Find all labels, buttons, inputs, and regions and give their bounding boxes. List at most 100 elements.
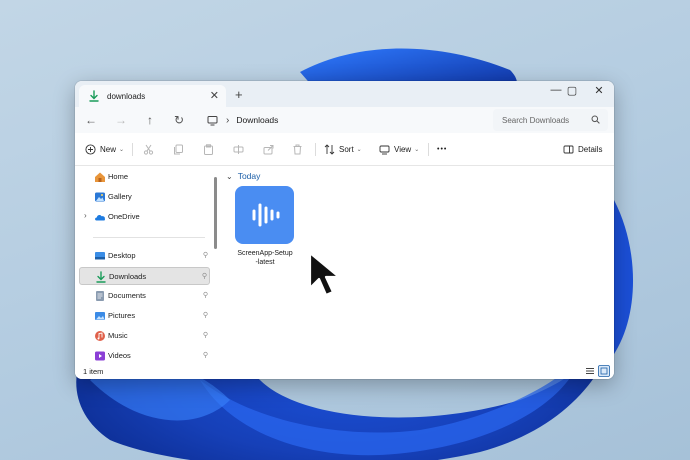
group-label: Today: [237, 171, 261, 181]
tab-title: downloads: [107, 91, 146, 101]
toolbar-divider: [315, 143, 316, 156]
pin-icon[interactable]: ⚲: [203, 311, 208, 319]
address-bar-row: ← → ↑ ↻ › Downloads: [75, 107, 614, 133]
music-icon: [95, 331, 105, 341]
tab-close-icon[interactable]: ✕: [210, 89, 219, 102]
search-box[interactable]: [493, 109, 608, 131]
pin-icon[interactable]: ⚲: [203, 351, 208, 359]
search-icon[interactable]: [591, 115, 600, 124]
sort-label: Sort: [339, 145, 354, 154]
chevron-right-icon[interactable]: ›: [84, 211, 87, 220]
large-icons-view-icon[interactable]: [598, 365, 610, 377]
chevron-down-icon: ⌄: [226, 171, 233, 181]
new-label: New: [100, 145, 117, 154]
cut-button[interactable]: [143, 141, 154, 158]
pictures-icon: [95, 312, 105, 320]
documents-icon: [96, 291, 104, 301]
address-input[interactable]: › Downloads: [202, 109, 484, 131]
command-bar: New ⌄ Sort ⌄ View ⌄ ••• Details: [75, 133, 614, 166]
onedrive-icon: [95, 215, 105, 221]
sidebar-item-label: Gallery: [108, 192, 132, 201]
sidebar-item-label: Desktop: [108, 251, 136, 260]
toolbar-divider: [132, 143, 133, 156]
sidebar-divider: [93, 237, 205, 238]
sidebar-item-label: Downloads: [109, 272, 147, 281]
sidebar-item-music[interactable]: Music ⚲: [79, 327, 210, 345]
tab-downloads[interactable]: downloads ✕: [79, 85, 226, 107]
file-name-line: -latest: [255, 258, 275, 266]
search-input[interactable]: [502, 115, 584, 125]
view-button[interactable]: View ⌄: [379, 141, 419, 158]
file-item[interactable]: ScreenApp-Setup -latest: [232, 186, 298, 272]
paste-button[interactable]: [203, 141, 214, 158]
details-view-icon[interactable]: [584, 365, 596, 377]
gallery-icon: [95, 192, 105, 202]
audio-wave-icon: [252, 203, 280, 227]
breadcrumb-separator: ›: [226, 114, 230, 126]
more-options-button[interactable]: •••: [437, 141, 447, 158]
sidebar-item-label: Videos: [108, 351, 131, 360]
breadcrumb-downloads[interactable]: Downloads: [236, 115, 278, 125]
delete-icon: [293, 144, 302, 155]
share-button[interactable]: [263, 141, 274, 158]
group-header-today[interactable]: ⌄ Today: [226, 171, 260, 181]
pin-icon[interactable]: ⚲: [203, 331, 208, 339]
details-label: Details: [578, 145, 603, 154]
sidebar-item-downloads[interactable]: Downloads ⚲: [79, 267, 210, 285]
forward-button[interactable]: →: [113, 113, 129, 127]
sidebar-item-documents[interactable]: Documents ⚲: [79, 287, 210, 305]
sidebar-item-gallery[interactable]: Gallery: [79, 188, 210, 206]
rename-icon: [233, 145, 244, 154]
videos-icon: [95, 351, 105, 361]
pin-icon[interactable]: ⚲: [203, 251, 208, 259]
this-pc-icon: [207, 115, 218, 125]
sidebar-item-label: Music: [108, 331, 128, 340]
chevron-down-icon: ⌄: [356, 147, 362, 153]
more-icon: •••: [437, 146, 448, 153]
pin-icon[interactable]: ⚲: [203, 291, 208, 299]
share-icon: [263, 145, 274, 155]
download-icon: [96, 271, 106, 283]
toolbar-divider: [428, 143, 429, 156]
title-bar: downloads ✕ + — ▢ ✕: [75, 81, 614, 107]
refresh-button[interactable]: ↻: [171, 113, 187, 127]
up-button[interactable]: ↑: [142, 113, 158, 127]
chevron-down-icon: ⌄: [119, 147, 125, 153]
sidebar-scrollbar[interactable]: [214, 177, 217, 249]
view-icon: [379, 145, 390, 155]
chevron-down-icon: ⌄: [414, 147, 420, 153]
file-explorer-window: downloads ✕ + — ▢ ✕ ← → ↑ ↻ › Downloads: [75, 81, 614, 379]
download-icon: [89, 90, 99, 102]
file-list-pane: ⌄ Today ScreenApp-Setup -latest: [218, 167, 614, 363]
delete-button[interactable]: [292, 141, 303, 158]
details-button[interactable]: Details: [563, 141, 602, 158]
copy-button[interactable]: [173, 141, 184, 158]
home-icon: [95, 172, 105, 182]
desktop-icon: [95, 252, 105, 260]
file-name-line: ScreenApp-Setup: [237, 250, 293, 257]
close-window-button[interactable]: ✕: [589, 84, 609, 97]
rename-button[interactable]: [233, 141, 244, 158]
sidebar-item-home[interactable]: Home: [79, 168, 210, 186]
details-pane-icon: [563, 145, 574, 154]
item-count: 1 item: [83, 367, 104, 376]
pin-icon[interactable]: ⚲: [202, 272, 207, 280]
sort-icon: [324, 144, 335, 155]
view-label: View: [394, 145, 412, 154]
sidebar-item-label: Pictures: [108, 311, 136, 320]
new-tab-button[interactable]: +: [235, 87, 243, 102]
sidebar-item-onedrive[interactable]: › OneDrive: [79, 208, 210, 226]
plus-circle-icon: [85, 144, 96, 155]
sidebar-item-label: OneDrive: [108, 212, 140, 221]
navigation-pane: Home Gallery › OneDrive Desktop ⚲ Downlo…: [75, 167, 217, 363]
new-button[interactable]: New ⌄: [85, 141, 124, 158]
screenapp-icon: [235, 186, 294, 244]
mouse-pointer-icon: [308, 251, 341, 297]
back-button[interactable]: ←: [83, 113, 99, 127]
file-name: ScreenApp-Setup -latest: [228, 250, 302, 267]
paste-icon: [204, 144, 213, 155]
sort-button[interactable]: Sort ⌄: [324, 141, 362, 158]
sidebar-item-pictures[interactable]: Pictures ⚲: [79, 307, 210, 325]
sidebar-item-desktop[interactable]: Desktop ⚲: [79, 247, 210, 265]
maximize-button[interactable]: ▢: [562, 84, 582, 97]
